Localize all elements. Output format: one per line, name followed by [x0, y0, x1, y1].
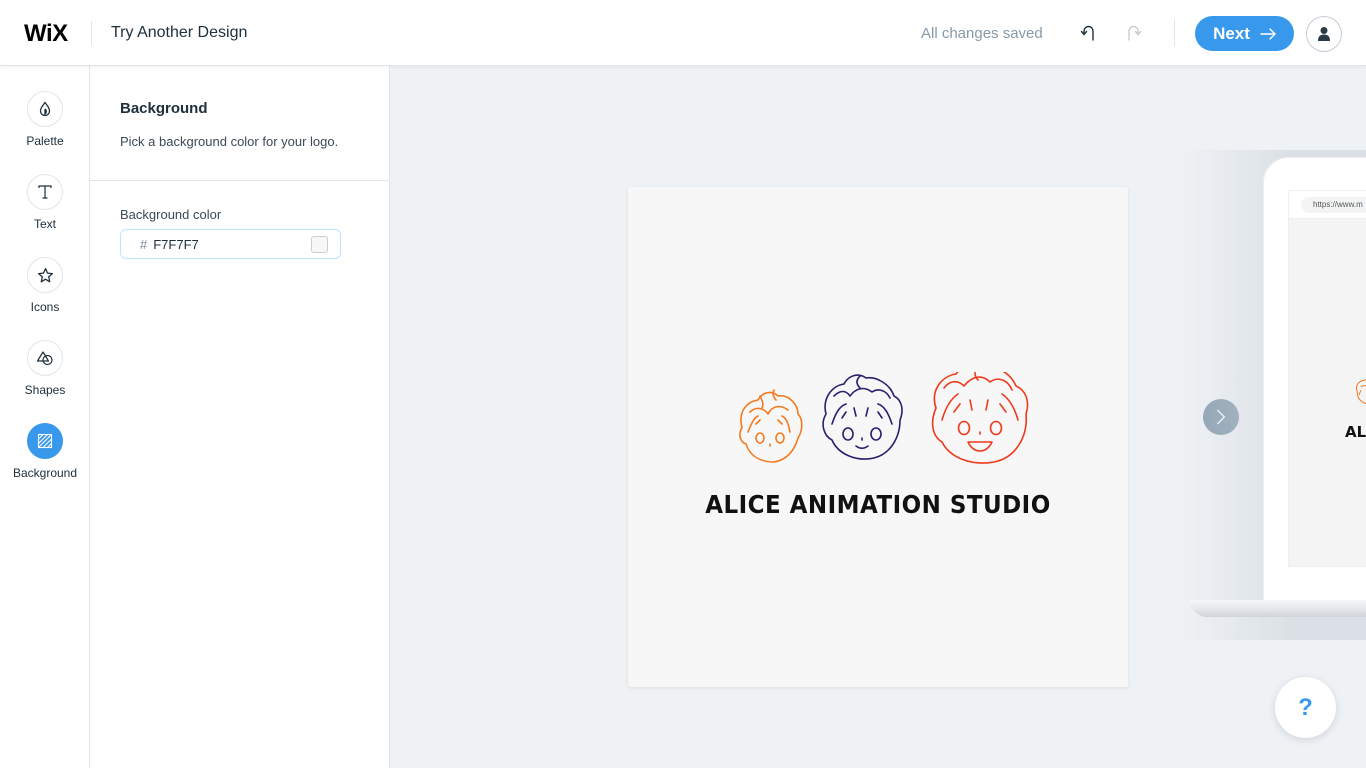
droplet-icon: [39, 101, 51, 117]
background-hatch-icon: [37, 433, 53, 449]
shapes-icon: [36, 351, 53, 366]
panel-description: Pick a background color for your logo.: [120, 134, 339, 149]
redo-button[interactable]: [1124, 22, 1146, 44]
rail-item-shapes[interactable]: Shapes: [0, 340, 90, 410]
rail-icon-circle: [27, 340, 63, 376]
rail-label: Background: [12, 466, 78, 480]
star-icon: [37, 267, 53, 282]
rail-label: Palette: [26, 134, 64, 148]
hash-prefix: #: [140, 236, 148, 252]
mini-brand-name: ALI: [1345, 423, 1366, 441]
face-navy: [822, 374, 903, 460]
color-swatch[interactable]: [311, 236, 328, 253]
rail-icon-circle: [27, 257, 63, 293]
background-color-field[interactable]: #: [120, 229, 341, 259]
face-orange: [739, 389, 803, 463]
background-settings-panel: Background Pick a background color for y…: [90, 66, 390, 768]
browser-preview: https://www.m ALI: [1288, 190, 1366, 567]
header-divider: [1174, 20, 1175, 46]
next-button-label: Next: [1213, 23, 1250, 43]
mini-logo-face: [1356, 379, 1366, 404]
logo-canvas: ALICE ANIMATION STUDIO: [628, 187, 1128, 687]
page-title: Try Another Design: [111, 24, 248, 41]
rail-item-palette[interactable]: Palette: [0, 91, 90, 161]
rail-item-icons[interactable]: Icons: [0, 257, 90, 327]
wix-logo[interactable]: WiX: [24, 20, 68, 48]
rail-item-text[interactable]: Text: [0, 174, 90, 244]
account-avatar-button[interactable]: [1306, 16, 1342, 52]
header-divider: [91, 21, 92, 45]
logo-illustration: [739, 372, 1029, 464]
rail-label: Text: [33, 217, 56, 231]
save-status: All changes saved: [921, 25, 1043, 42]
laptop-base: [1190, 600, 1366, 617]
undo-button[interactable]: [1078, 22, 1100, 44]
rail-label: Shapes: [24, 383, 66, 397]
rail-icon-circle: [27, 174, 63, 210]
browser-url: https://www.m: [1301, 197, 1366, 213]
rail-icon-circle: [27, 91, 63, 127]
rail-item-background[interactable]: Background: [0, 423, 90, 493]
top-bar: WiX Try Another Design All changes saved…: [0, 0, 1366, 66]
panel-title: Background: [120, 100, 208, 117]
help-button[interactable]: ?: [1275, 677, 1336, 738]
browser-bar: https://www.m: [1289, 191, 1366, 219]
next-button[interactable]: Next: [1195, 16, 1294, 51]
undo-icon: [1080, 25, 1094, 41]
user-icon: [1318, 27, 1330, 41]
logo-brand-name: ALICE ANIMATION STUDIO: [705, 490, 1051, 519]
arrow-right-icon: [1260, 27, 1276, 40]
panel-divider: [90, 180, 389, 181]
rail-icon-circle-active: [27, 423, 63, 459]
tool-rail: Palette Text Icons Shapes Background: [0, 66, 90, 768]
redo-icon: [1128, 25, 1142, 41]
face-red: [931, 372, 1029, 464]
background-color-label: Background color: [120, 207, 222, 222]
question-mark-icon: ?: [1298, 693, 1313, 721]
hex-color-input[interactable]: [153, 236, 294, 252]
rail-label: Icons: [30, 300, 60, 314]
text-icon: [38, 185, 52, 199]
